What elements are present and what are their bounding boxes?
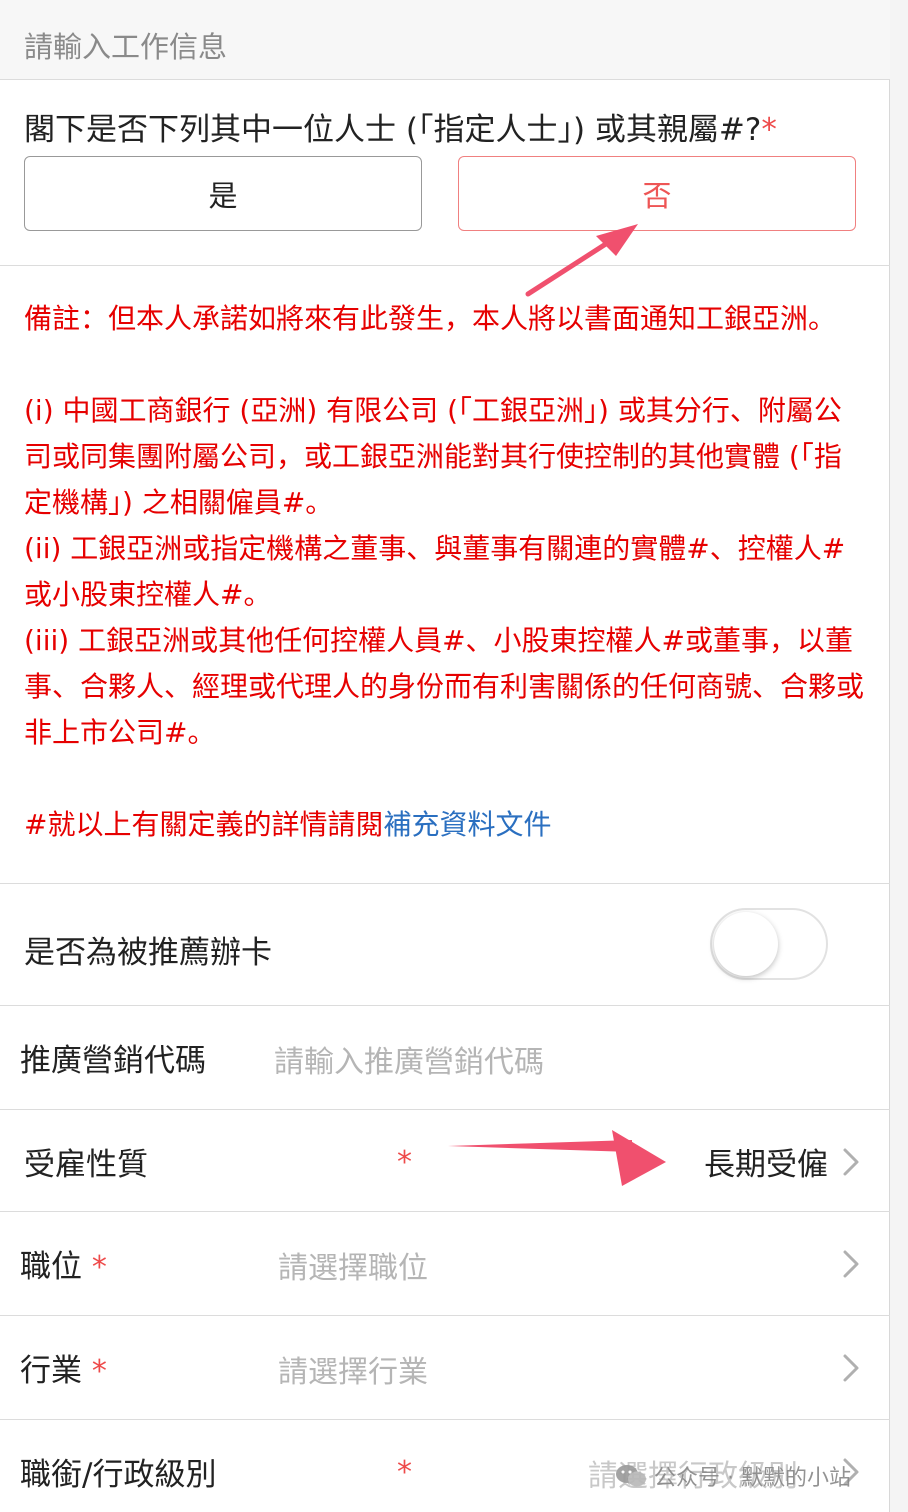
referral-toggle[interactable]: [710, 908, 828, 980]
designated-person-question: 閣下是否下列其中一位人士 (「指定人士」) 或其親屬#?*: [24, 104, 777, 149]
required-mark: *: [91, 1250, 107, 1285]
divider: [0, 1315, 890, 1316]
promo-code-label: 推廣營銷代碼: [20, 1043, 206, 1079]
remarks-item-3: (iii) 工銀亞洲或其他任何控權人員#、小股東控權人#或董事，以董事、合夥人、…: [24, 624, 865, 749]
supplementary-docs-link[interactable]: 補充資料文件: [383, 808, 551, 841]
promo-code-input[interactable]: 請輸入推廣營銷代碼: [274, 1037, 544, 1081]
watermark: 公众号 · 默默的小站: [614, 1460, 851, 1492]
work-info-placeholder: 請輸入工作信息: [24, 30, 228, 64]
divider: [0, 1109, 890, 1110]
divider: [0, 265, 890, 266]
industry-label-text: 行業: [20, 1353, 82, 1389]
remarks-item-1: (i) 中國工商銀行 (亞洲) 有限公司 (「工銀亞洲」) 或其分行、附屬公司或…: [24, 394, 842, 519]
employment-type-label: 受雇性質: [24, 1147, 148, 1183]
industry-row[interactable]: 行業 * 請選擇行業: [0, 1317, 890, 1419]
required-mark: *: [91, 1354, 107, 1389]
required-mark: *: [397, 1145, 412, 1180]
form-page: 請輸入工作信息 閣下是否下列其中一位人士 (「指定人士」) 或其親屬#?* 是 …: [0, 0, 890, 1512]
question-text: 閣下是否下列其中一位人士 (「指定人士」) 或其親屬#?: [24, 112, 762, 148]
rank-label: 職銜/行政級別: [20, 1457, 217, 1493]
position-label: 職位 *: [20, 1241, 107, 1286]
industry-select[interactable]: 請選擇行業: [278, 1347, 428, 1391]
chevron-right-icon: [843, 1148, 859, 1176]
divider: [0, 1211, 890, 1212]
industry-label: 行業 *: [20, 1345, 107, 1390]
referral-label: 是否為被推薦辦卡: [24, 935, 272, 971]
chevron-right-icon: [843, 1354, 859, 1382]
employment-type-value: 長期受僱: [704, 1147, 828, 1183]
toggle-knob: [714, 912, 778, 976]
remarks-footer-text: #就以上有關定義的詳情請閱: [24, 808, 384, 841]
employment-type-row[interactable]: 受雇性質 * 長期受僱: [0, 1111, 890, 1213]
required-mark: *: [397, 1455, 412, 1490]
required-mark: *: [761, 112, 777, 148]
option-yes-button[interactable]: 是: [24, 156, 422, 231]
divider: [0, 883, 890, 884]
wechat-icon: [616, 1465, 646, 1487]
option-yes-label: 是: [208, 178, 238, 213]
option-no-button[interactable]: 否: [458, 156, 856, 231]
divider: [0, 1005, 890, 1006]
remarks-intro: 備註：但本人承諾如將來有此發生，本人將以書面通知工銀亞洲。: [24, 302, 837, 335]
remarks-block: 備註：但本人承諾如將來有此發生，本人將以書面通知工銀亞洲。 (i) 中國工商銀行…: [24, 296, 864, 848]
remarks-item-2: (ii) 工銀亞洲或指定機構之董事、與董事有關連的實體#、控權人#或小股東控權人…: [24, 532, 846, 611]
position-row[interactable]: 職位 * 請選擇職位: [0, 1213, 890, 1315]
option-no-label: 否: [642, 178, 672, 213]
watermark-text: 公众号 · 默默的小站: [654, 1466, 851, 1491]
remarks-footer: #就以上有關定義的詳情請閱補充資料文件: [24, 802, 864, 848]
position-label-text: 職位: [20, 1249, 82, 1285]
chevron-right-icon: [843, 1250, 859, 1278]
divider: [0, 1419, 890, 1420]
promo-code-row: 推廣營銷代碼 請輸入推廣營銷代碼: [0, 1007, 890, 1109]
work-info-input[interactable]: 請輸入工作信息: [0, 0, 890, 80]
position-select[interactable]: 請選擇職位: [278, 1243, 428, 1287]
scrollbar[interactable]: [890, 0, 908, 1512]
